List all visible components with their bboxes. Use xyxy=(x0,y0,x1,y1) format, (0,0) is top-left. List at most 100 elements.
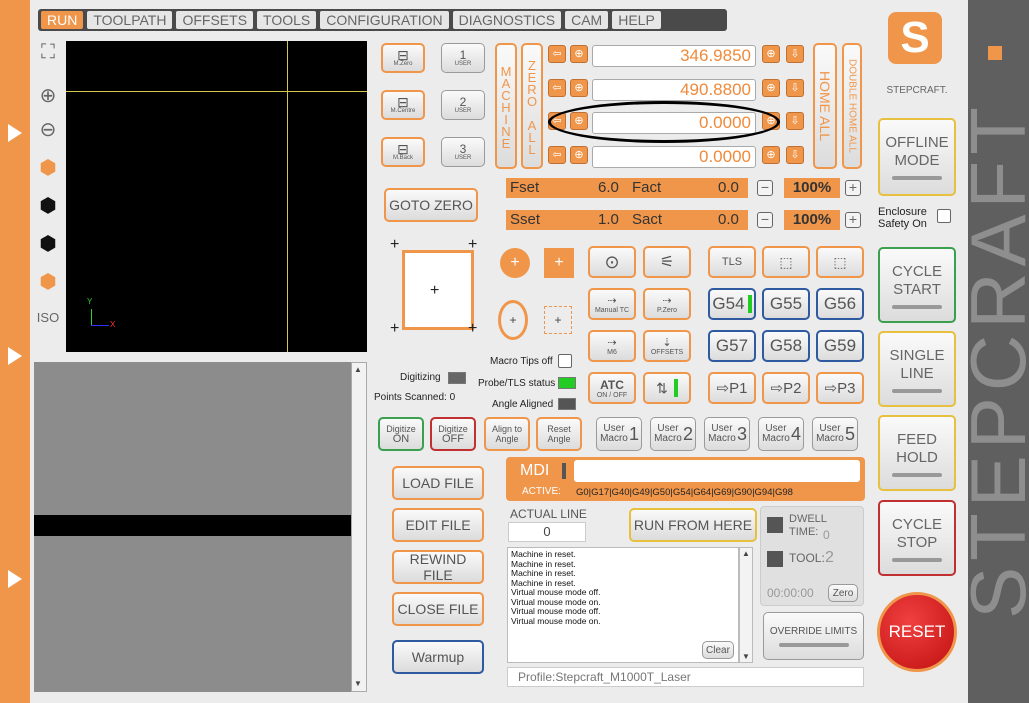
override-limits-button[interactable]: OVERRIDE LIMITS xyxy=(763,612,864,660)
dro-a-value[interactable]: 0.0000 xyxy=(592,146,756,168)
load-file-button[interactable]: LOAD FILE xyxy=(392,466,484,500)
feed-override-plus-icon[interactable]: + xyxy=(845,180,861,196)
g55-button[interactable]: G55 xyxy=(762,288,810,320)
spindle-override-minus-icon[interactable]: − xyxy=(757,212,773,228)
jog-minus-x-icon[interactable]: ⇦ xyxy=(548,45,566,63)
home-all-button[interactable]: HOME ALL xyxy=(813,43,837,169)
scroll-down-icon[interactable]: ▼ xyxy=(354,679,362,688)
dro-x-value[interactable]: 346.9850 xyxy=(592,45,756,67)
coolant-toggle-button[interactable]: ⚟ xyxy=(643,246,691,278)
log-scrollbar[interactable]: ▲ ▼ xyxy=(739,547,753,663)
home-y-icon[interactable]: ⊕ xyxy=(762,79,780,97)
spindle-override-plus-icon[interactable]: + xyxy=(845,212,861,228)
manual-tc-button[interactable]: ⇢ Manual TC xyxy=(588,288,636,320)
clear-log-button[interactable]: Clear xyxy=(702,641,734,659)
zoom-in-icon[interactable]: ⊕ xyxy=(36,84,60,108)
tab-cam[interactable]: CAM xyxy=(565,11,609,29)
mdi-input[interactable] xyxy=(574,460,860,482)
user-1-button[interactable]: 1 USER xyxy=(441,43,485,73)
view-top-cube-icon[interactable]: ⬢ xyxy=(36,156,60,180)
tab-offsets[interactable]: OFFSETS xyxy=(176,11,254,29)
atc-tool-button[interactable]: ⇅ xyxy=(643,372,691,404)
cycle-start-button[interactable]: CYCLE START xyxy=(878,247,956,323)
actual-line-value[interactable]: 0 xyxy=(508,522,586,542)
scroll-up-icon[interactable]: ▲ xyxy=(742,549,750,558)
cycle-stop-button[interactable]: CYCLE STOP xyxy=(878,500,956,576)
p1-button[interactable]: ⇨ P1 xyxy=(708,372,756,404)
ref-x-icon[interactable]: ⇩ xyxy=(786,45,804,63)
probe-inner-circle-icon[interactable]: + xyxy=(498,300,528,340)
tool-offsets-button[interactable]: ⇣ OFFSETS xyxy=(643,330,691,362)
scroll-up-icon[interactable]: ▲ xyxy=(354,365,362,374)
g56-button[interactable]: G56 xyxy=(816,288,864,320)
ref-y-icon[interactable]: ⇩ xyxy=(786,79,804,97)
g57-button[interactable]: G57 xyxy=(708,330,756,362)
user-macro-1-button[interactable]: User Macro 1 xyxy=(596,417,642,451)
align-to-angle-button[interactable]: Align to Angle xyxy=(484,417,530,451)
g59-button[interactable]: G59 xyxy=(816,330,864,362)
user-3-button[interactable]: 3 USER xyxy=(441,137,485,167)
g54-button[interactable]: G54 xyxy=(708,288,756,320)
m6-button[interactable]: ⇢ M6 xyxy=(588,330,636,362)
expand-arrow-icon[interactable] xyxy=(8,347,22,365)
home-a-icon[interactable]: ⊕ xyxy=(762,146,780,164)
probe-inner-rect-icon[interactable]: + xyxy=(544,306,572,334)
timer-zero-button[interactable]: Zero xyxy=(828,584,858,602)
user-macro-4-button[interactable]: User Macro 4 xyxy=(758,417,804,451)
probe-diagram[interactable]: + + + + + xyxy=(386,236,488,340)
view-side-cube-icon[interactable]: ⬢ xyxy=(36,232,60,256)
user-macro-3-button[interactable]: User Macro 3 xyxy=(704,417,750,451)
user-macro-5-button[interactable]: User Macro 5 xyxy=(812,417,858,451)
tls-button[interactable]: TLS xyxy=(708,246,756,278)
probe-tool-2-button[interactable]: ⬚ xyxy=(816,246,864,278)
tab-run[interactable]: RUN xyxy=(41,11,84,29)
edit-file-button[interactable]: EDIT FILE xyxy=(392,508,484,542)
close-file-button[interactable]: CLOSE FILE xyxy=(392,592,484,626)
dro-y-value[interactable]: 490.8800 xyxy=(592,79,756,101)
zoom-out-icon[interactable]: ⊖ xyxy=(36,118,60,142)
offline-mode-button[interactable]: OFFLINE MODE xyxy=(878,118,956,196)
goto-zero-button[interactable]: GOTO ZERO xyxy=(384,188,478,222)
p-zero-button[interactable]: ⇢ P.Zero xyxy=(643,288,691,320)
view-front-cube-icon[interactable]: ⬢ xyxy=(36,194,60,218)
digitize-on-button[interactable]: Digitize ON xyxy=(378,417,424,451)
view-back-cube-icon[interactable]: ⬢ xyxy=(36,270,60,294)
fit-view-icon[interactable]: ⛶ xyxy=(36,40,60,64)
enclosure-checkbox[interactable] xyxy=(937,209,951,223)
file-preview-scrollbar[interactable]: ▲ ▼ xyxy=(351,362,367,692)
ref-a-icon[interactable]: ⇩ xyxy=(786,146,804,164)
tab-toolpath[interactable]: TOOLPATH xyxy=(87,11,173,29)
warmup-button[interactable]: Warmup xyxy=(392,640,484,674)
p2-button[interactable]: ⇨ P2 xyxy=(762,372,810,404)
macro-tips-checkbox[interactable] xyxy=(558,354,572,368)
reset-angle-button[interactable]: Reset Angle xyxy=(536,417,582,451)
zero-x-icon[interactable]: ⊕ xyxy=(570,45,588,63)
rewind-file-button[interactable]: REWIND FILE xyxy=(392,550,484,584)
run-from-here-button[interactable]: RUN FROM HERE xyxy=(629,508,757,542)
probe-tool-button[interactable]: ⬚ xyxy=(762,246,810,278)
user-macro-2-button[interactable]: User Macro 2 xyxy=(650,417,696,451)
scroll-down-icon[interactable]: ▼ xyxy=(742,652,750,661)
jog-minus-y-icon[interactable]: ⇦ xyxy=(548,79,566,97)
spindle-toggle-button[interactable]: ⊙ xyxy=(588,246,636,278)
view-iso-button[interactable]: ISO xyxy=(36,306,60,330)
machine-back-button[interactable]: ⊟ M.Back xyxy=(381,137,425,167)
g58-button[interactable]: G58 xyxy=(762,330,810,362)
toolpath-view[interactable]: Y X xyxy=(66,41,367,352)
tab-diagnostics[interactable]: DIAGNOSTICS xyxy=(452,11,562,29)
expand-arrow-icon[interactable] xyxy=(8,570,22,588)
tab-help[interactable]: HELP xyxy=(612,11,661,29)
atc-toggle-button[interactable]: ATC ON / OFF xyxy=(588,372,636,404)
zero-y-icon[interactable]: ⊕ xyxy=(570,79,588,97)
zero-all-button[interactable]: ZERO ALL xyxy=(521,43,543,169)
double-home-all-button[interactable]: DOUBLE HOME ALL xyxy=(842,43,862,169)
feed-override-minus-icon[interactable]: − xyxy=(757,180,773,196)
user-2-button[interactable]: 2 USER xyxy=(441,90,485,120)
feed-hold-button[interactable]: FEED HOLD xyxy=(878,415,956,491)
zero-a-icon[interactable]: ⊕ xyxy=(570,146,588,164)
tab-configuration[interactable]: CONFIGURATION xyxy=(320,11,449,29)
machine-zero-button[interactable]: ⊟ M.Zero xyxy=(381,43,425,73)
reset-button[interactable]: RESET xyxy=(877,592,957,672)
digitize-off-button[interactable]: Digitize OFF xyxy=(430,417,476,451)
probe-bore-center-icon[interactable]: + xyxy=(500,248,530,278)
